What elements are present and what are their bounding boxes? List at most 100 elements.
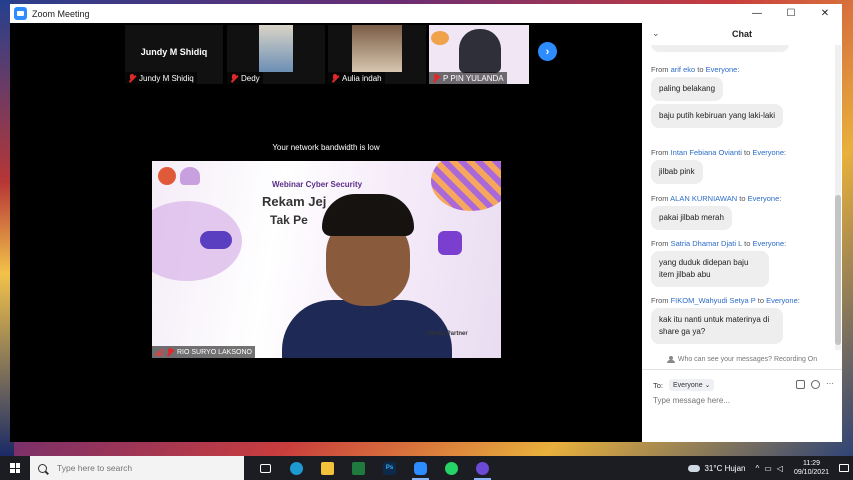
photoshop-icon: Ps: [383, 461, 396, 475]
participant-tile[interactable]: Aulia indah: [328, 25, 426, 84]
mic-muted-icon: [166, 347, 174, 357]
from-word: From: [651, 194, 669, 203]
chat-message-group: From Intan Febiana Ovianti to Everyone: …: [651, 148, 786, 184]
scroll-thumb[interactable]: [835, 195, 841, 345]
volume-icon[interactable]: ◁: [777, 464, 783, 473]
speaker-person: [282, 194, 452, 358]
zoom-window: Zoom Meeting — ☐ ✕ Jundy M Shidiq Jundy …: [10, 4, 842, 442]
participant-name-bar: Aulia indah: [328, 72, 385, 84]
task-view-button[interactable]: [250, 456, 281, 480]
people-icon: [666, 356, 675, 363]
more-options-icon[interactable]: ⋯: [826, 380, 834, 389]
participant-tile[interactable]: Dedy: [227, 25, 325, 84]
to-word: to: [739, 194, 746, 203]
message-target: Everyone: [752, 239, 785, 248]
chat-message-group: From Satria Dhamar Djati L to Everyone: …: [651, 239, 786, 287]
folder-icon: [321, 461, 334, 475]
search-icon: [38, 463, 47, 473]
recipient-value: Everyone: [673, 381, 703, 389]
message-bubble: baju putih kebiruan yang laki-laki: [651, 104, 784, 128]
chat-message-group: From FIKOM_Wahyudi Setya P to Everyone: …: [651, 296, 800, 344]
from-word: From: [651, 296, 669, 305]
slide-decoration: [431, 161, 501, 211]
message-header: From FIKOM_Wahyudi Setya P to Everyone:: [651, 296, 800, 305]
slide-decoration: [438, 231, 462, 255]
edge-app[interactable]: [281, 456, 312, 480]
title-bar: Zoom Meeting — ☐ ✕: [10, 4, 842, 23]
photoshop-app[interactable]: Ps: [374, 456, 405, 480]
zoom-app[interactable]: [405, 456, 436, 480]
taskbar-search[interactable]: [30, 456, 244, 480]
pinned-apps: Ps: [250, 456, 498, 480]
participant-video: [259, 25, 293, 72]
message-bubble: [651, 45, 789, 52]
organizer-logo: [158, 167, 176, 185]
participant-name: Dedy: [241, 73, 260, 83]
mic-muted-icon: [230, 73, 238, 83]
excel-app[interactable]: [343, 456, 374, 480]
whatsapp-icon: [445, 461, 458, 475]
divider: [642, 369, 842, 370]
clock-date: 09/10/2021: [793, 469, 829, 476]
from-word: From: [651, 239, 669, 248]
participant-name-bar: Jundy M Shidiq: [125, 72, 197, 84]
to-word: to: [744, 239, 751, 248]
participant-tile[interactable]: Jundy M Shidiq Jundy M Shidiq: [125, 25, 223, 84]
to-word: to: [697, 65, 704, 74]
chat-title: Chat: [732, 29, 752, 39]
windows-icon: [10, 463, 20, 473]
mic-muted-icon: [128, 73, 136, 83]
whatsapp-app[interactable]: [436, 456, 467, 480]
emoji-icon[interactable]: [811, 380, 820, 389]
message-header: From Intan Febiana Ovianti to Everyone:: [651, 148, 787, 157]
start-button[interactable]: [0, 456, 30, 480]
speaker-name: RIO SURYO LAKSONO: [177, 348, 252, 356]
maximize-button[interactable]: ☐: [774, 4, 808, 23]
message-bubble: paling belakang: [651, 77, 724, 101]
message-header: From arif eko to Everyone:: [651, 65, 740, 74]
message-bubble: yang duduk didepan baju item jilbab abu: [651, 251, 769, 287]
recipient-select[interactable]: Everyone ⌄: [669, 379, 715, 391]
weather-widget[interactable]: 31°C Hujan: [688, 464, 745, 473]
chat-scrollbar[interactable]: [835, 45, 841, 350]
message-header: From ALAN KURNIAWAN to Everyone:: [651, 194, 782, 203]
chevron-down-icon[interactable]: ⌄: [652, 28, 660, 39]
zoom-meeting-app[interactable]: [467, 456, 498, 480]
message-input[interactable]: [653, 396, 833, 405]
participant-tile[interactable]: P PIN YULANDA: [429, 25, 529, 84]
clock[interactable]: 11:29 09/10/2021: [794, 459, 829, 477]
chevron-up-icon[interactable]: ^: [755, 464, 759, 473]
notification-button[interactable]: [835, 464, 853, 472]
active-speaker-video[interactable]: Webinar Cyber Security Rekam Jej Tak Pe …: [152, 161, 501, 358]
close-button[interactable]: ✕: [808, 4, 842, 23]
zoom-icon: [414, 461, 427, 475]
slide-label: Webinar Cyber Security: [272, 180, 363, 189]
file-explorer-app[interactable]: [312, 456, 343, 480]
slide-decoration: [200, 231, 232, 249]
chat-visibility-info[interactable]: Who can see your messages? Recording On: [642, 356, 842, 363]
participant-name-bar: P PIN YULANDA: [429, 72, 507, 84]
minimize-button[interactable]: —: [740, 4, 774, 23]
from-word: From: [651, 148, 669, 157]
edge-icon: [290, 461, 303, 475]
chat-panel: ⌄ Chat From arif eko to Everyone: paling…: [642, 23, 842, 442]
speaker-name-bar: RIO SURYO LAKSONO: [152, 346, 255, 358]
message-target: Everyone: [705, 65, 738, 74]
file-icon[interactable]: [796, 380, 805, 389]
search-input[interactable]: [57, 463, 207, 473]
zoom-logo-icon: [14, 7, 27, 20]
slide-heading: Tak Pe: [270, 213, 308, 227]
message-bubble: pakai jilbab merah: [651, 206, 732, 230]
network-icon[interactable]: ▭: [764, 464, 772, 473]
chevron-right-icon: ›: [545, 45, 550, 58]
message-sender: Satria Dhamar Djati L: [670, 239, 743, 248]
next-page-button[interactable]: ›: [538, 42, 557, 61]
chat-message-list[interactable]: From arif eko to Everyone: paling belaka…: [642, 45, 834, 350]
to-label: To:: [653, 380, 664, 390]
cloud-icon: [688, 464, 701, 472]
chevron-down-icon: ⌄: [704, 382, 711, 389]
message-bubble: jilbab pink: [651, 160, 703, 184]
slide-decoration: [431, 31, 449, 45]
media-partner-label: Media Partner: [428, 331, 468, 337]
message-header: From Satria Dhamar Djati L to Everyone:: [651, 239, 787, 248]
